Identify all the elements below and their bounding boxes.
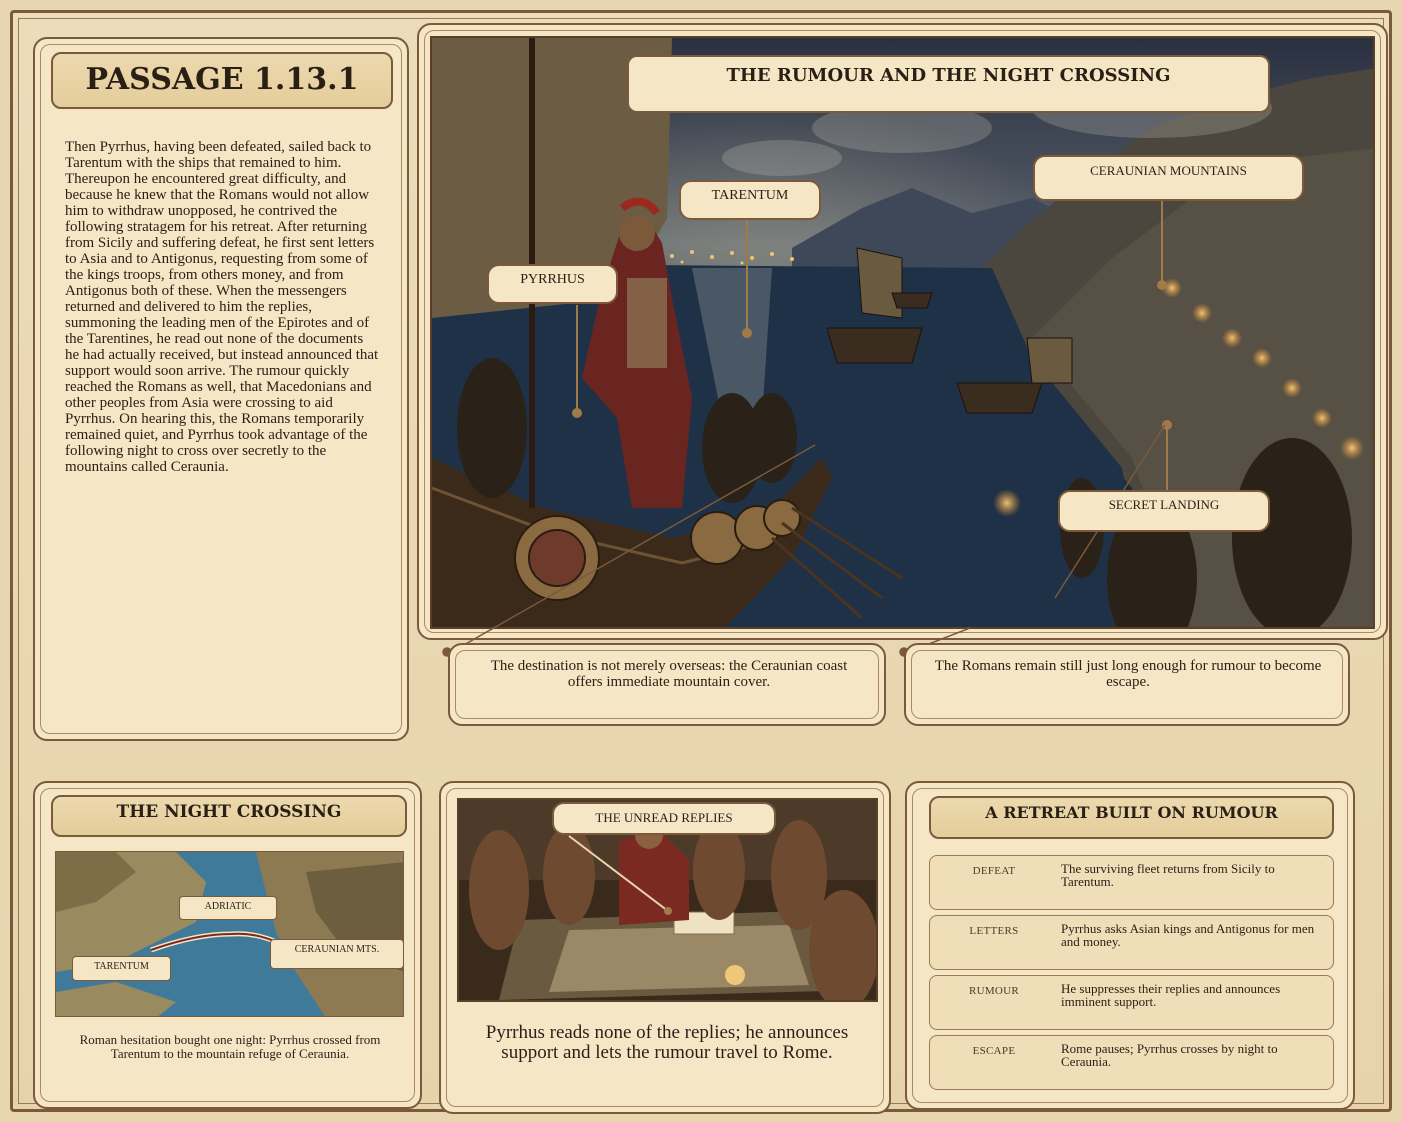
- label-ceraunian-text: CERAUNIAN MOUNTAINS: [1090, 163, 1247, 178]
- map-label-ceraunia: CERAUNIAN MTS.: [270, 939, 403, 969]
- night-crossing-panel: THE NIGHT CROSSING ADRIATIC TARENTUM CER…: [33, 781, 422, 1109]
- label-pyrrhus: PYRRHUS: [487, 264, 618, 304]
- unread-replies-panel: THE UNREAD REPLIES Pyrrhus reads none of…: [439, 781, 891, 1114]
- note-destination: The destination is not merely overseas: …: [490, 658, 848, 690]
- night-crossing-title: THE NIGHT CROSSING: [116, 802, 342, 822]
- retreat-row-key: LETTERS: [969, 925, 1019, 937]
- map-label-ceraunia-text: CERAUNIAN MTS.: [294, 944, 380, 955]
- scene-svg: [432, 38, 1373, 627]
- label-landing-text: SECRET LANDING: [1108, 497, 1220, 512]
- retreat-row-value: Pyrrhus asks Asian kings and Antigonus f…: [1061, 921, 1315, 949]
- unread-replies-caption: Pyrrhus reads none of the replies; he an…: [485, 1022, 849, 1063]
- main-scene-title-box: THE RUMOUR AND THE NIGHT CROSSING: [627, 55, 1270, 113]
- retreat-title-box: A RETREAT BUILT ON RUMOUR: [929, 796, 1334, 839]
- label-unread-replies: THE UNREAD REPLIES: [552, 802, 776, 835]
- night-crossing-illustration: [430, 36, 1375, 629]
- map-label-tarentum: TARENTUM: [72, 956, 171, 981]
- retreat-row-key: DEFEAT: [972, 865, 1016, 877]
- retreat-panel: A RETREAT BUILT ON RUMOUR DEFEAT The sur…: [905, 781, 1355, 1110]
- retreat-row-value: He suppresses their replies and announce…: [1061, 981, 1281, 1009]
- passage-title: PASSAGE 1.13.1: [85, 62, 359, 97]
- map-label-adriatic: ADRIATIC: [179, 896, 277, 920]
- retreat-row-key: RUMOUR: [968, 985, 1020, 997]
- retreat-row-key: ESCAPE: [972, 1045, 1016, 1057]
- retreat-row-letters: LETTERS Pyrrhus asks Asian kings and Ant…: [929, 915, 1334, 970]
- note-rumour: The Romans remain still just long enough…: [934, 658, 1322, 690]
- retreat-row-value: Rome pauses; Pyrrhus crosses by night to…: [1061, 1041, 1278, 1069]
- map-label-tarentum-text: TARENTUM: [94, 961, 149, 972]
- retreat-row-escape: ESCAPE Rome pauses; Pyrrhus crosses by n…: [929, 1035, 1334, 1090]
- retreat-row-rumour: RUMOUR He suppresses their replies and a…: [929, 975, 1334, 1030]
- passage-title-box: PASSAGE 1.13.1: [51, 52, 393, 109]
- label-ceraunian-mountains: CERAUNIAN MOUNTAINS: [1033, 155, 1304, 201]
- night-crossing-caption: Roman hesitation bought one night: Pyrrh…: [79, 1032, 381, 1061]
- note-destination-panel: The destination is not merely overseas: …: [448, 643, 886, 726]
- label-secret-landing: SECRET LANDING: [1058, 490, 1270, 532]
- night-crossing-title-box: THE NIGHT CROSSING: [51, 795, 407, 837]
- passage-panel: PASSAGE 1.13.1 Then Pyrrhus, having been…: [33, 37, 409, 741]
- crossing-map-svg: [56, 852, 403, 1016]
- map-label-adriatic-text: ADRIATIC: [204, 901, 252, 912]
- retreat-row-value: The surviving fleet returns from Sicily …: [1061, 861, 1275, 889]
- label-tarentum-text: TARENTUM: [711, 188, 789, 203]
- note-rumour-panel: The Romans remain still just long enough…: [904, 643, 1350, 726]
- label-pyrrhus-text: PYRRHUS: [520, 272, 585, 287]
- passage-text: Then Pyrrhus, having been defeated, sail…: [65, 139, 379, 475]
- label-tarentum: TARENTUM: [679, 180, 821, 220]
- main-scene-title: THE RUMOUR AND THE NIGHT CROSSING: [726, 65, 1171, 86]
- retreat-row-defeat: DEFEAT The surviving fleet returns from …: [929, 855, 1334, 910]
- label-unread-replies-text: THE UNREAD REPLIES: [595, 810, 733, 825]
- retreat-title: A RETREAT BUILT ON RUMOUR: [985, 803, 1278, 822]
- crossing-map: ADRIATIC TARENTUM CERAUNIAN MTS.: [55, 851, 404, 1017]
